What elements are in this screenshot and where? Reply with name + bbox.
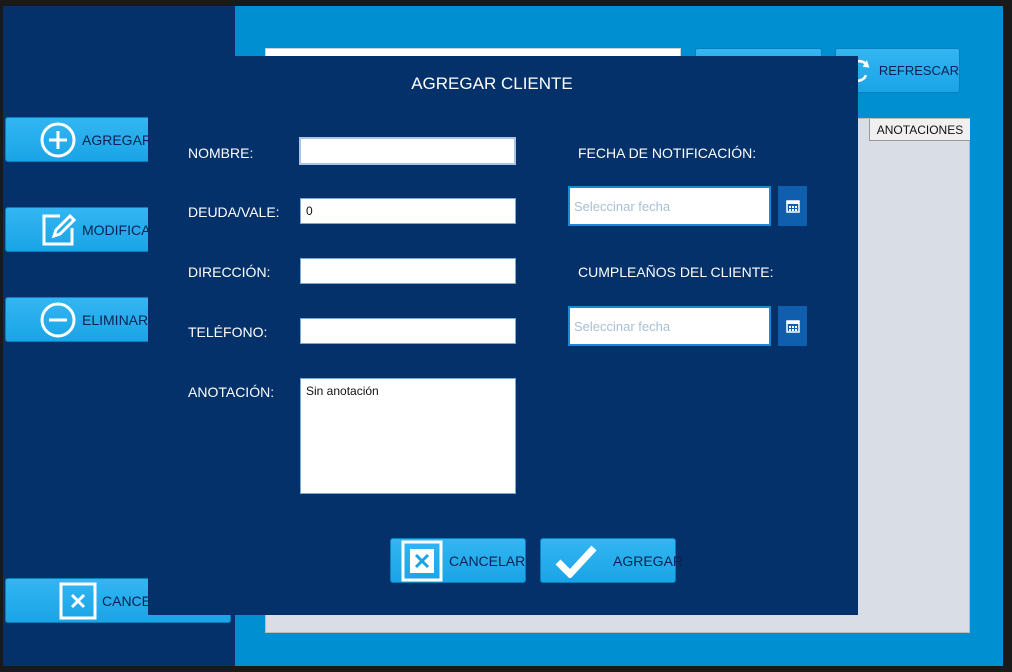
fecha-notificacion-label: FECHA DE NOTIFICACIÓN: — [578, 145, 757, 161]
deuda-label: DEUDA/VALE: — [188, 204, 280, 220]
nombre-label: NOMBRE: — [188, 145, 254, 161]
close-box-icon — [401, 540, 443, 582]
edit-icon — [38, 210, 78, 250]
anotacion-label: ANOTACIÓN: — [188, 384, 275, 400]
sidebar-cancel-label: CANCE — [102, 592, 152, 609]
cancel-label: CANCELAR — [449, 552, 526, 569]
telefono-field[interactable] — [300, 318, 516, 344]
check-icon — [555, 544, 597, 578]
calendar-icon[interactable] — [778, 186, 807, 226]
cumpleanos-field[interactable]: Seleccinar fecha — [568, 306, 771, 346]
delete-client-label: ELIMINAR — [82, 311, 149, 328]
dialog-title: AGREGAR CLIENTE — [411, 74, 573, 93]
calendar-icon[interactable] — [778, 306, 807, 346]
direccion-label: DIRECCIÓN: — [188, 264, 271, 280]
telefono-label: TELÉFONO: — [188, 324, 268, 340]
anotacion-textarea[interactable]: Sin anotación — [300, 378, 516, 494]
cancel-button[interactable]: CANCELAR — [390, 538, 526, 583]
deuda-field[interactable]: 0 — [300, 198, 516, 224]
direccion-field[interactable] — [300, 258, 516, 284]
table-header-annotations[interactable]: ANOTACIONES — [869, 119, 970, 141]
add-button[interactable]: AGREGAR — [540, 538, 683, 583]
close-box-icon — [58, 581, 98, 621]
fecha-notificacion-field[interactable]: Seleccinar fecha — [568, 186, 771, 226]
cumpleanos-label: CUMPLEAÑOS DEL CLIENTE: — [578, 264, 774, 280]
minus-circle-icon — [38, 300, 78, 340]
plus-circle-icon — [38, 120, 78, 160]
refresh-label: REFRESCAR — [878, 63, 959, 78]
add-client-dialog: AGREGAR CLIENTE NOMBRE: DEUDA/VALE: 0 DI… — [148, 56, 858, 615]
add-label: AGREGAR — [613, 552, 684, 569]
nombre-field[interactable] — [299, 137, 516, 165]
